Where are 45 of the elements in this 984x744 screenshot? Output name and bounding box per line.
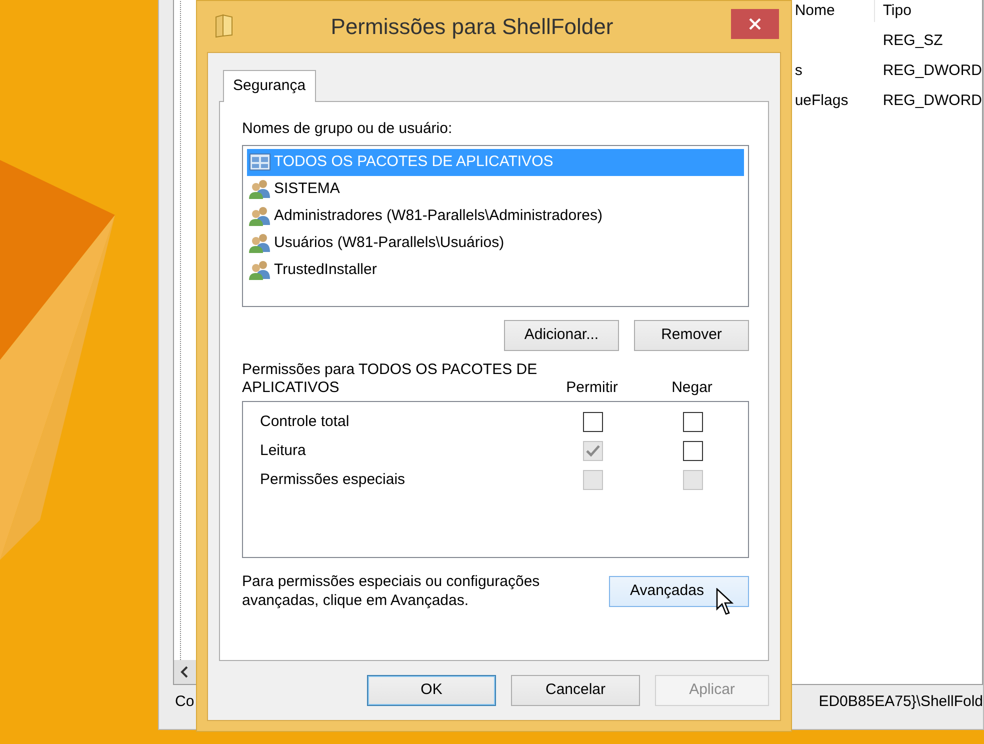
remove-button[interactable]: Remover [634,320,749,350]
user-group-icon [249,260,271,280]
status-path: ED0B85EA75}\ShellFold [818,692,983,712]
user-group-icon [249,179,271,199]
add-button[interactable]: Adicionar... [504,320,619,350]
checkbox[interactable] [683,441,703,461]
permission-name: Controle total [260,412,350,432]
user-list-item[interactable]: Usuários (W81-Parallels\Usuários) [247,230,744,256]
cancel-button[interactable]: Cancelar [511,675,640,706]
ok-button[interactable]: OK [367,675,496,706]
column-header: Permitir [565,378,619,396]
value-name: ueFlags [794,92,848,109]
value-type: REG_SZ [882,32,943,49]
user-name: SISTEMA [274,178,340,199]
value-type: REG_DWORD [882,62,982,79]
permission-name: Leitura [260,440,307,461]
advanced-hint: Para permissões especiais ou configurações avançadas, clique em Avançadas. [242,572,541,610]
column-header[interactable]: Tipo [882,2,912,19]
user-group-icon [249,233,271,253]
user-name: TrustedInstaller [274,260,377,280]
permissions-label: Permissões para TODOS OS PACOTES DE APLICATIVOS [242,360,538,396]
column-header: Negar [670,378,714,396]
app-packages-icon [249,152,271,172]
close-icon [748,17,762,31]
window-title: Permissões para ShellFolder [330,12,614,41]
status-text: Co [175,692,194,712]
checkbox[interactable] [683,412,703,432]
user-list-item[interactable]: TrustedInstaller [247,256,744,284]
folder-icon [215,14,233,38]
user-name: TODOS OS PACOTES DE APLICATIVOS [274,152,554,172]
advanced-button[interactable]: Avançadas [609,576,749,606]
value-type: REG_DWORD [882,92,982,109]
tab[interactable]: Segurança [223,70,316,102]
checkbox[interactable] [583,412,603,432]
cursor-icon [716,588,734,616]
column-header[interactable]: Nome [794,2,835,19]
value-name: s [794,62,802,79]
user-list-item[interactable]: Administradores (W81-Parallels\Administradores) [247,202,744,230]
user-list-item[interactable]: SISTEMA [247,176,744,202]
close-button[interactable] [731,9,779,39]
user-name: Administradores (W81-Parallels\Administradores) [274,206,602,226]
user-group-icon [249,206,271,226]
user-name: Usuários (W81-Parallels\Usuários) [274,232,504,253]
users-label: Nomes de grupo ou de usuário: [242,119,454,139]
permission-name: Permissões especiais [260,470,406,490]
